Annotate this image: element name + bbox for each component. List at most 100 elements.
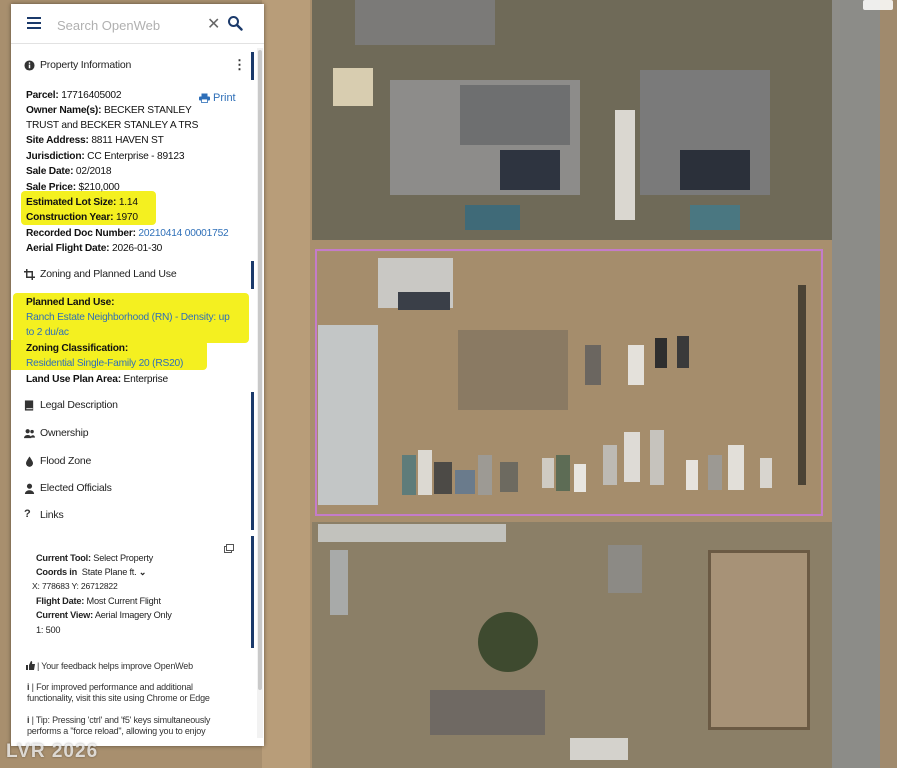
sale-date-value: 02/2018 (75, 166, 112, 177)
parcel-outline (315, 249, 823, 516)
print-label: Print (213, 92, 236, 104)
feedback-note[interactable]: | Your feedback helps improve OpenWeb (37, 661, 193, 671)
owner-line-2: TRUST and BECKER STANLEY A TRS (26, 120, 199, 131)
parcel-value: 17716405002 (61, 90, 122, 101)
y-value: 26712822 (80, 581, 118, 591)
crop-icon (24, 269, 35, 280)
site-address-value: 8811 HAVEN ST (91, 135, 164, 146)
owner-value-1: BECKER STANLEY (103, 105, 192, 116)
current-tool-line: Current Tool: Select Property (36, 553, 154, 563)
construction-year-value: 1970 (116, 212, 138, 223)
roof-south-3 (570, 738, 628, 760)
panel-content: Property Information ⋮ Print Parcel: 177… (11, 48, 264, 746)
house-south (430, 690, 545, 735)
zoning-classification-value[interactable]: Residential Single-Family 20 (RS20) (26, 358, 183, 369)
side-panel: ✕ Property Information ⋮ Print Parcel: 1… (11, 4, 264, 746)
thumbs-up-icon (26, 661, 35, 670)
links-header[interactable]: ? Links (14, 502, 254, 530)
property-info-header[interactable]: Property Information ⋮ (14, 52, 254, 80)
planned-land-use-value-2[interactable]: to 2 du/ac (26, 327, 69, 338)
flight-date-value: Most Current Flight (86, 596, 162, 606)
site-address-line: Site Address: 8811 HAVEN ST (26, 135, 164, 146)
printer-icon (199, 93, 210, 103)
jurisdiction-line: Jurisdiction: CC Enterprise - 89123 (26, 151, 185, 162)
zoning-header[interactable]: Zoning and Planned Land Use (14, 261, 254, 289)
owner-line: Owner Name(s): BECKER STANLEY (26, 105, 192, 116)
info-icon: i (27, 715, 30, 725)
links-label: Links (40, 509, 64, 521)
watermark: LVR 2026 (6, 741, 99, 762)
tip-note-1: i | Tip: Pressing 'ctrl' and 'f5' keys s… (27, 715, 211, 725)
droplet-icon (26, 456, 33, 467)
more-options-icon[interactable]: ⋮ (233, 57, 246, 73)
close-icon[interactable]: ✕ (207, 14, 220, 34)
parcel-line: Parcel: 17716405002 (26, 90, 122, 101)
shed-north (333, 68, 373, 106)
solar-panels-1 (500, 150, 560, 190)
shed-south (608, 545, 642, 593)
road-right-edge (880, 0, 897, 768)
coords-line: Coords in State Plane ft. ⌄ (36, 567, 147, 577)
plan-area-value: Enterprise (123, 374, 169, 385)
flight-date-line: Flight Date: Most Current Flight (36, 596, 161, 606)
book-icon (24, 400, 34, 411)
zoning-classification-label: Zoning Classification: (26, 343, 129, 354)
legal-description-label: Legal Description (40, 399, 118, 411)
info-icon: i (27, 682, 30, 692)
search-bar: ✕ (11, 4, 264, 44)
elected-officials-header[interactable]: Elected Officials (14, 475, 254, 503)
solar-panels-2 (680, 150, 750, 190)
scale-value: 1: 500 (36, 625, 61, 635)
menu-icon[interactable] (27, 17, 41, 29)
info-icon (24, 60, 35, 71)
elected-officials-label: Elected Officials (40, 482, 112, 494)
aerial-flight-value: 2026-01-30 (112, 243, 163, 254)
legal-description-header[interactable]: Legal Description (14, 392, 254, 420)
xy-line: X: 778683 Y: 26712822 (32, 581, 118, 591)
sale-price-line: Sale Price: $210,000 (26, 182, 120, 193)
popout-icon[interactable] (224, 544, 234, 553)
house-roof-1b (460, 85, 570, 145)
house-roof-3 (355, 0, 495, 45)
search-icon[interactable] (227, 15, 243, 31)
tree-cluster (478, 612, 538, 672)
rv-north (615, 110, 635, 220)
current-view-value: Aerial Imagery Only (94, 610, 172, 620)
coords-select[interactable]: State Plane ft. (82, 567, 137, 577)
roof-south-2 (330, 550, 348, 615)
pool-2 (690, 205, 740, 230)
construction-year-line: Construction Year: 1970 (26, 212, 138, 223)
aerial-flight-line: Aerial Flight Date: 2026-01-30 (26, 243, 163, 254)
riding-arena (708, 550, 810, 730)
tip-note-2: performs a "force reload", allowing you … (27, 726, 206, 736)
people-icon (24, 429, 35, 439)
person-icon (24, 483, 35, 494)
pool-1 (465, 205, 520, 230)
question-icon: ? (24, 508, 31, 520)
lot-size-line: Estimated Lot Size: 1.14 (26, 197, 138, 208)
plan-area-line: Land Use Plan Area: Enterprise (26, 374, 168, 385)
sale-date-line: Sale Date: 02/2018 (26, 166, 112, 177)
road-right (832, 0, 887, 768)
print-button[interactable]: Print (199, 92, 236, 104)
ownership-label: Ownership (40, 427, 89, 439)
performance-note-1: i | For improved performance and additio… (27, 682, 193, 692)
planned-land-use-label: Planned Land Use: (26, 297, 115, 308)
property-info-title: Property Information (40, 59, 132, 71)
planned-land-use-value[interactable]: Ranch Estate Neighborhood (RN) - Density… (26, 312, 230, 323)
search-input[interactable] (57, 14, 202, 36)
jurisdiction-value: CC Enterprise - 89123 (87, 151, 185, 162)
zoning-title: Zoning and Planned Land Use (40, 268, 177, 280)
road-left (262, 0, 310, 768)
flood-zone-header[interactable]: Flood Zone (14, 448, 254, 476)
scrollbar-thumb[interactable] (258, 50, 262, 690)
recorded-doc-line: Recorded Doc Number: 20210414 00001752 (26, 228, 229, 239)
recorded-doc-link[interactable]: 20210414 00001752 (138, 228, 228, 239)
chevron-down-icon[interactable]: ⌄ (139, 567, 147, 577)
ownership-header[interactable]: Ownership (14, 420, 254, 448)
sale-price-value: $210,000 (78, 182, 120, 193)
x-value: 778683 (41, 581, 70, 591)
performance-note-2: functionality, visit this site using Chr… (27, 693, 210, 703)
map-corner-control[interactable] (863, 0, 893, 10)
tool-status-box: Current Tool: Select Property Coords in … (14, 536, 254, 648)
